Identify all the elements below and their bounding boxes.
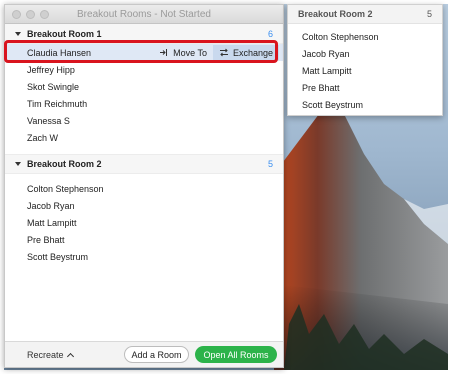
participant-row[interactable]: Matt Lampitt [5,214,283,231]
room-header-2[interactable]: Breakout Room 2 5 [5,154,283,174]
participant-name: Jeffrey Hipp [27,64,75,75]
breakout-rooms-window: Breakout Rooms - Not Started Breakout Ro… [4,4,284,368]
popover-room-count: 5 [426,9,432,19]
participant-row[interactable]: Scott Beystrum [5,248,283,265]
participant-row-claudia-hansen[interactable]: Claudia Hansen Move To Exchange [5,44,283,61]
participant-name: Pre Bhatt [27,234,65,245]
participant-name: Colton Stephenson [27,183,104,194]
exchange-popover: Breakout Room 2 5 Colton Stephenson Jaco… [287,4,443,116]
move-to-label: Move To [173,47,207,58]
participant-name: Jacob Ryan [27,200,75,211]
participant-row[interactable]: Jacob Ryan [5,197,283,214]
room-count: 5 [267,159,273,169]
room-count: 6 [267,28,273,39]
popover-member[interactable]: Matt Lampitt [288,62,442,79]
participant-row[interactable]: Jeffrey Hipp [5,61,283,78]
window-title: Breakout Rooms - Not Started [77,9,211,20]
participant-name: Skot Swingle [27,81,80,92]
popover-room-name: Breakout Room 2 [298,9,373,19]
participant-row[interactable]: Zach W [5,129,283,146]
participant-name: Zach W [27,132,59,143]
window-titlebar: Breakout Rooms - Not Started [5,5,283,24]
caret-down-icon[interactable] [15,31,21,36]
breakout-room-list: Breakout Room 1 6 Claudia Hansen Move To [5,24,283,341]
popover-member[interactable]: Pre Bhatt [288,79,442,96]
participant-row[interactable]: Vanessa S [5,112,283,129]
move-to-icon [160,49,168,56]
popover-member[interactable]: Jacob Ryan [288,45,442,62]
participant-row[interactable]: Skot Swingle [5,78,283,95]
caret-down-icon[interactable] [15,162,21,166]
open-all-rooms-button[interactable]: Open All Rooms [195,346,277,363]
exchange-button[interactable]: Exchange [212,45,279,60]
move-to-button[interactable]: Move To [153,45,213,60]
room-header-1[interactable]: Breakout Room 1 6 [5,24,283,44]
participant-row[interactable]: Pre Bhatt [5,231,283,248]
participant-row[interactable]: Tim Reichmuth [5,95,283,112]
popover-member-list: Colton Stephenson Jacob Ryan Matt Lampit… [288,24,442,113]
row-actions: Move To Exchange [153,44,279,61]
participant-name: Claudia Hansen [27,47,92,58]
exchange-icon [219,48,228,57]
room-name: Breakout Room 2 [27,159,102,169]
room-name: Breakout Room 1 [27,28,102,39]
window-footer: Recreate Add a Room Open All Rooms [5,341,283,367]
popover-member[interactable]: Colton Stephenson [288,28,442,45]
chevron-up-icon [66,352,74,361]
participant-name: Scott Beystrum [27,251,89,262]
participant-name: Matt Lampitt [27,217,77,228]
popover-member[interactable]: Scott Beystrum [288,96,442,113]
add-room-button[interactable]: Add a Room [124,346,189,363]
exchange-label: Exchange [232,47,273,58]
participant-name: Vanessa S [27,115,70,126]
recreate-label: Recreate [27,350,64,360]
recreate-button[interactable]: Recreate [27,350,74,361]
popover-header: Breakout Room 2 5 [288,5,442,24]
participant-row[interactable]: Colton Stephenson [5,180,283,197]
participant-name: Tim Reichmuth [27,98,88,109]
